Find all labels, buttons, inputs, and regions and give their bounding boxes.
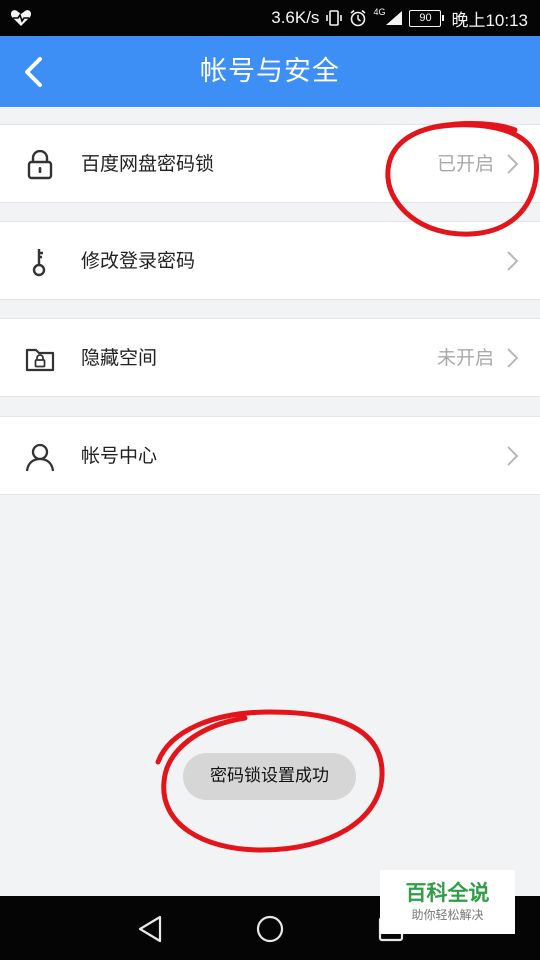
chevron-right-icon — [507, 446, 519, 466]
chevron-right-icon — [507, 348, 519, 368]
vibrate-icon — [326, 10, 343, 26]
battery-icon: 90 — [409, 9, 445, 27]
watermark-subtitle: 助你轻松解决 — [411, 908, 484, 922]
watermark-logo: 百科全说 助你轻松解决 — [380, 870, 515, 934]
setting-row-password-lock[interactable]: 百度网盘密码锁 已开启 — [0, 124, 540, 203]
app-header: 帐号与安全 — [0, 36, 540, 107]
setting-status: 未开启 — [436, 347, 494, 369]
back-nav-icon[interactable] — [134, 912, 168, 946]
chevron-right-icon — [507, 154, 519, 174]
setting-label: 隐藏空间 — [81, 347, 158, 369]
battery-level: 90 — [419, 11, 432, 24]
home-nav-icon[interactable] — [253, 912, 287, 946]
locked-folder-icon — [25, 348, 55, 372]
chevron-right-icon — [507, 251, 519, 271]
network-type: 4G — [373, 7, 386, 17]
signal-icon — [386, 11, 403, 25]
network-speed: 3.6K/s — [271, 8, 320, 27]
key-icon — [32, 249, 46, 277]
heart-rate-icon — [10, 10, 32, 26]
setting-row-hidden-space[interactable]: 隐藏空间 未开启 — [0, 318, 540, 397]
clock: 晚上10:13 — [451, 10, 528, 30]
setting-label: 百度网盘密码锁 — [81, 153, 215, 175]
watermark-title: 百科全说 — [405, 881, 490, 905]
setting-label: 帐号中心 — [81, 445, 158, 467]
page-title: 帐号与安全 — [200, 56, 340, 87]
setting-status: 已开启 — [436, 153, 494, 175]
user-icon — [25, 443, 55, 472]
toast-message: 密码锁设置成功 — [183, 753, 356, 800]
lock-icon — [27, 150, 53, 180]
setting-row-account-center[interactable]: 帐号中心 — [0, 416, 540, 495]
alarm-icon — [350, 9, 366, 27]
status-bar: 3.6K/s 4G 90 晚上10:13 — [0, 0, 540, 36]
setting-row-change-password[interactable]: 修改登录密码 — [0, 221, 540, 300]
setting-label: 修改登录密码 — [81, 250, 196, 272]
